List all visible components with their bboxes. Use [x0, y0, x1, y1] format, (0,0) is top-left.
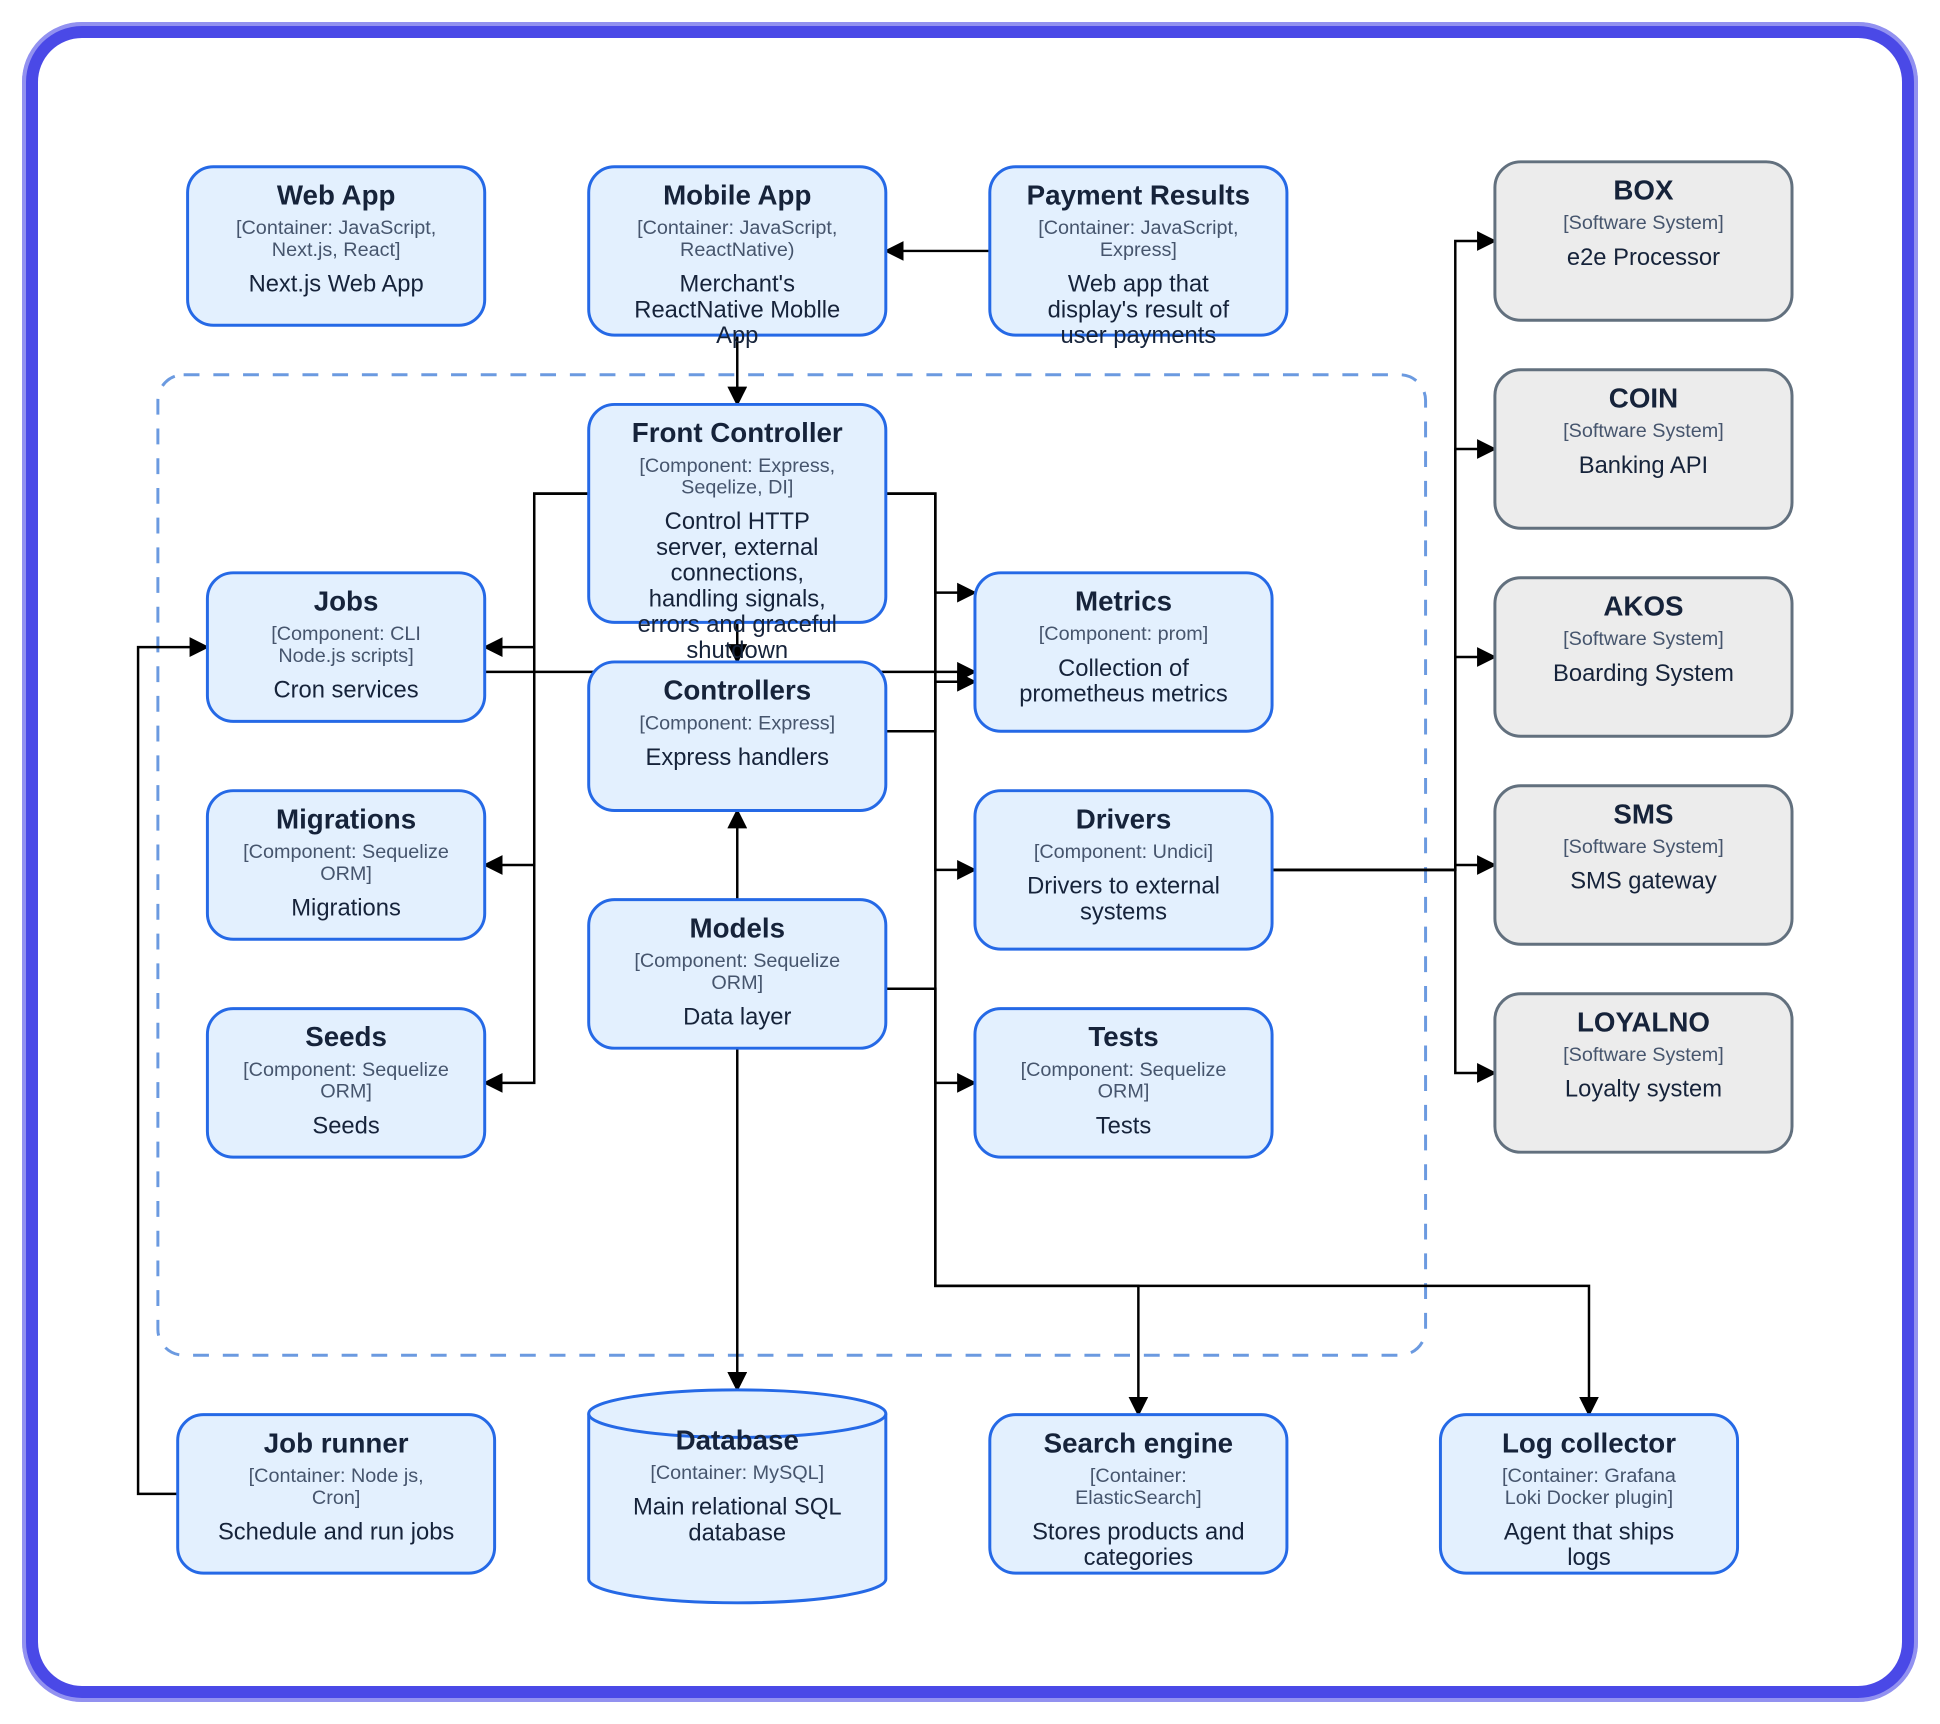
- node-drivers: Drivers[Component: Undici]Drivers to ext…: [975, 791, 1272, 949]
- node-subtitle: [Container: GrafanaLoki Docker plugin]: [1502, 1465, 1677, 1509]
- node-description: Data layer: [683, 1003, 791, 1030]
- edge-drivers-to-akos: [1272, 657, 1495, 870]
- edge-job-runner-to-jobs: [138, 647, 207, 1494]
- node-title: Models: [690, 912, 786, 943]
- node-description: Cron services: [273, 677, 418, 704]
- node-title: AKOS: [1603, 590, 1683, 621]
- edge-front-controller-to-metrics: [886, 494, 975, 593]
- node-seeds: Seeds[Component: SequelizeORM]Seeds: [207, 1009, 484, 1158]
- node-job-runner: Job runner[Container: Node js,Cron]Sched…: [178, 1415, 495, 1573]
- node-description: Tests: [1096, 1112, 1152, 1139]
- node-title: Payment Results: [1027, 179, 1250, 210]
- node-subtitle: [Component: Express]: [639, 712, 835, 734]
- node-description: Control HTTPserver, externalconnections,…: [638, 508, 837, 664]
- node-title: Drivers: [1076, 803, 1172, 834]
- node-title: LOYALNO: [1577, 1006, 1710, 1037]
- node-description: Loyalty system: [1565, 1076, 1722, 1103]
- node-controllers: Controllers [Component: Express] Express h…: [589, 662, 886, 811]
- node-jobs: Jobs [Component: CLINode.js scripts] Cron …: [207, 573, 484, 722]
- node-subtitle: [Container:ElasticSearch]: [1075, 1465, 1202, 1509]
- node-log-collector: Log collector [Container: GrafanaLoki Doc…: [1440, 1415, 1737, 1573]
- node-sms: SMS [Software System] SMS gateway: [1495, 786, 1792, 944]
- node-migrations: Migrations[Component: SequelizeORM]Migra…: [207, 791, 484, 940]
- node-search-engine: Search engine[Container:ElasticSearch]St…: [990, 1415, 1287, 1573]
- edge-drivers-to-box: [1272, 241, 1495, 870]
- node-description: Migrations: [291, 894, 401, 921]
- node-title: Job runner: [264, 1427, 409, 1458]
- node-description: SMS gateway: [1570, 868, 1717, 895]
- node-title: Metrics: [1075, 585, 1172, 616]
- node-subtitle: [Software System]: [1563, 420, 1724, 442]
- node-description: Express handlers: [646, 744, 830, 771]
- edge-drivers-to-coin: [1272, 449, 1495, 870]
- edge-front-controller-to-seeds: [485, 494, 589, 1083]
- node-title: Web App: [277, 179, 396, 210]
- node-subtitle: [Software System]: [1563, 836, 1724, 858]
- node-akos: AKOS [Software System] Boarding System: [1495, 578, 1792, 736]
- node-title: Migrations: [276, 803, 416, 834]
- node-subtitle: [Software System]: [1563, 212, 1724, 234]
- node-subtitle: [Component: prom]: [1039, 623, 1208, 645]
- node-web-app: Web App[Container: JavaScript,Next.js, R…: [188, 167, 485, 325]
- node-tests: Tests[Component: SequelizeORM]Tests: [975, 1009, 1272, 1158]
- node-description: e2e Processor: [1567, 244, 1720, 271]
- node-mobile-app: Mobile App[Container: JavaScript,ReactNa…: [589, 167, 886, 349]
- edge-front-controller-to-jobs: [485, 494, 589, 648]
- node-title: BOX: [1613, 174, 1674, 205]
- node-subtitle: [Container: MySQL]: [650, 1462, 824, 1484]
- node-title: Jobs: [314, 585, 379, 616]
- node-title: SMS: [1613, 798, 1673, 829]
- node-title: Tests: [1088, 1021, 1158, 1052]
- node-payment-results: Payment Results[Container: JavaScript,Ex…: [990, 167, 1287, 349]
- edge-controllers-to-metrics: [886, 682, 975, 732]
- node-metrics: Metrics[Component: prom]Collection ofpro…: [975, 573, 1272, 731]
- node-description: Seeds: [312, 1112, 379, 1139]
- edge-front-controller-to-tests: [886, 494, 975, 1083]
- node-subtitle: [Component: CLINode.js scripts]: [271, 623, 421, 667]
- node-description: Boarding System: [1553, 660, 1734, 687]
- node-title: Mobile App: [663, 179, 811, 210]
- node-box: BOX [Software System] e2e Processor: [1495, 162, 1792, 320]
- node-subtitle: [Software System]: [1563, 628, 1724, 650]
- node-title: Search engine: [1044, 1427, 1233, 1458]
- node-title: Log collector: [1502, 1427, 1676, 1458]
- node-title: COIN: [1609, 382, 1678, 413]
- node-coin: COIN [Software System] Banking API: [1495, 370, 1792, 528]
- node-title: Seeds: [305, 1021, 387, 1052]
- node-database: Database[Container: MySQL]Main relationa…: [589, 1390, 886, 1603]
- node-loyalno: LOYALNO [Software System] Loyalty system: [1495, 994, 1792, 1152]
- node-subtitle: [Software System]: [1563, 1044, 1724, 1066]
- node-description: Web app thatdisplay's result ofuser paym…: [1048, 271, 1230, 350]
- node-title: Front Controller: [632, 417, 843, 448]
- edge-drivers-to-loyalno: [1272, 870, 1495, 1073]
- edge-front-controller-to-migrations: [485, 494, 589, 865]
- node-models: Models[Component: SequelizeORM]Data laye…: [589, 900, 886, 1049]
- node-subtitle: [Component: Undici]: [1034, 841, 1213, 863]
- node-title: Database: [676, 1424, 799, 1455]
- node-front-controller: Front Controller[Component: Express,Seqe…: [589, 404, 886, 664]
- node-title: Controllers: [663, 675, 811, 706]
- node-description: Schedule and run jobs: [218, 1518, 454, 1545]
- node-description: Next.js Web App: [249, 271, 424, 298]
- node-description: Banking API: [1579, 452, 1708, 479]
